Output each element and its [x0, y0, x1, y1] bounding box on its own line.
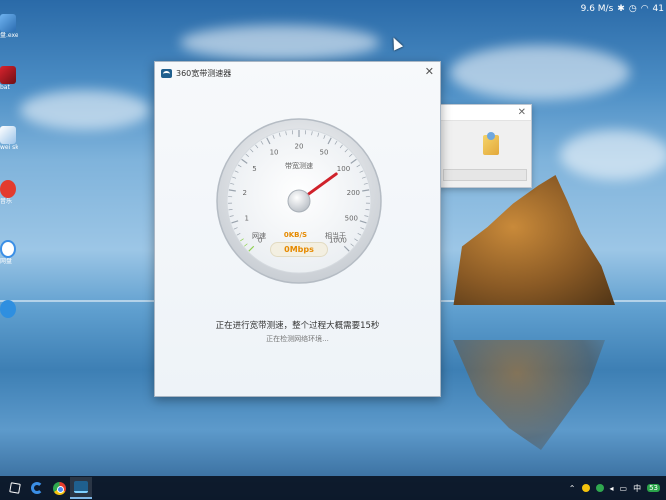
speedtest-icon: [74, 481, 88, 493]
desktop-icon-cloud[interactable]: [0, 300, 18, 318]
gauge-tick-label: 2: [242, 189, 246, 197]
notification-badge[interactable]: 53: [647, 484, 660, 492]
status-detail: 正在检测网络环境...: [266, 335, 329, 343]
wallpaper-cloud: [560, 130, 666, 180]
gauge-minor-tick: [365, 209, 370, 211]
gauge-tick-label: 100: [337, 165, 350, 173]
app-logo-icon: [161, 68, 172, 78]
wallpaper-cloud: [450, 45, 630, 100]
gauge-tick-label: 20: [295, 143, 304, 151]
window-titlebar[interactable]: 360宽带测速器: [155, 62, 440, 84]
speed-mbps-badge: 0Mbps: [270, 242, 328, 257]
desktop-icon-exe[interactable]: 盘.exe: [0, 14, 18, 39]
desktop-icon-netdisk[interactable]: 网盘: [0, 240, 18, 265]
speed-gauge: 0 1 2 5 10 20 50 100 200 500 1000 带宽测速 网速 0KB/S 相当…: [214, 116, 384, 286]
taskbar-chrome-button[interactable]: [48, 477, 70, 499]
app-icon: [0, 126, 16, 144]
gauge-tick-label: 200: [347, 189, 360, 197]
bluetooth-icon: ✱: [617, 4, 625, 14]
battery-level: 41: [652, 4, 664, 14]
system-tray: ⌃ ◂ ▭ 中 53: [569, 483, 666, 494]
wifi-icon: ◠: [640, 4, 649, 14]
wallpaper-cloud: [20, 90, 150, 130]
speed-readout: 网速 0KB/S 相当于: [252, 231, 346, 241]
ime-indicator[interactable]: 中: [633, 483, 641, 494]
music-icon: [0, 180, 16, 198]
gauge-graphic: 01251020501002005001000 带宽测速: [216, 118, 382, 284]
network-icon[interactable]: ▭: [620, 484, 628, 493]
clock-icon: ◷: [628, 4, 637, 14]
start-button[interactable]: [4, 477, 26, 499]
desktop-icon-bat[interactable]: bat: [0, 66, 18, 91]
equiv-label: 相当于: [324, 232, 346, 240]
close-button[interactable]: ✕: [425, 66, 434, 77]
speed-label: 网速: [252, 232, 266, 240]
wallpaper-rock: [453, 175, 615, 305]
progress-field: [443, 169, 527, 181]
app-icon: [0, 14, 16, 32]
close-icon[interactable]: ✕: [518, 107, 526, 118]
wallpaper-rock-reflection: [453, 340, 605, 450]
gauge-hub: [287, 189, 311, 213]
volume-icon[interactable]: ◂: [610, 484, 614, 493]
cloud-icon: [0, 300, 16, 318]
gauge-tick-label: 1: [244, 214, 248, 222]
gauge-caption: 带宽测速: [285, 161, 313, 170]
desktop-icon-label: 网盘: [0, 258, 13, 265]
desktop-icon-label: bat: [0, 84, 10, 91]
background-dialog: ✕: [438, 104, 532, 188]
security-icon[interactable]: [595, 484, 604, 492]
desktop-icon-weisk[interactable]: wei sk: [0, 126, 18, 151]
installer-icon: [483, 132, 499, 155]
desktop-icon-label: 盘.exe: [0, 32, 18, 39]
speedtest-window: 360宽带测速器 ✕ 0 1 2 5 10 20 50 100 200 500 …: [154, 61, 441, 397]
desktop-icon-label: wei sk: [0, 144, 18, 151]
start-icon: [9, 482, 21, 494]
edge-icon: [31, 482, 43, 494]
status-bar: 9.6 M/s ✱ ◷ ◠ 41: [576, 0, 666, 18]
wallpaper-cloud: [180, 25, 380, 60]
status-message: 正在进行宽带测速，整个过程大概需要15秒: [215, 321, 380, 331]
desktop-icon-label: 音乐: [0, 198, 13, 205]
taskbar: ⌃ ◂ ▭ 中 53: [0, 476, 666, 500]
gauge-tick-label: 50: [320, 148, 329, 156]
window-title: 360宽带测速器: [176, 68, 232, 78]
netdisk-icon: [0, 240, 16, 258]
gauge-tick-label: 5: [252, 165, 256, 173]
taskbar-speedtest-button[interactable]: [70, 477, 92, 499]
chrome-icon: [52, 481, 66, 495]
chevron-up-icon[interactable]: ⌃: [569, 484, 576, 493]
app-icon: [0, 66, 16, 84]
mouse-cursor-icon: [388, 35, 404, 51]
gauge-minor-tick: [228, 209, 233, 211]
taskbar-edge-button[interactable]: [26, 477, 48, 499]
gauge-tick-label: 10: [270, 148, 279, 156]
gauge-tick-label: 500: [345, 214, 358, 222]
network-speed: 9.6 M/s: [580, 4, 614, 14]
desktop-icon-music[interactable]: 音乐: [0, 180, 18, 205]
tray-app-icon[interactable]: [581, 484, 590, 492]
speed-kbs: 0KB/S: [283, 231, 308, 239]
